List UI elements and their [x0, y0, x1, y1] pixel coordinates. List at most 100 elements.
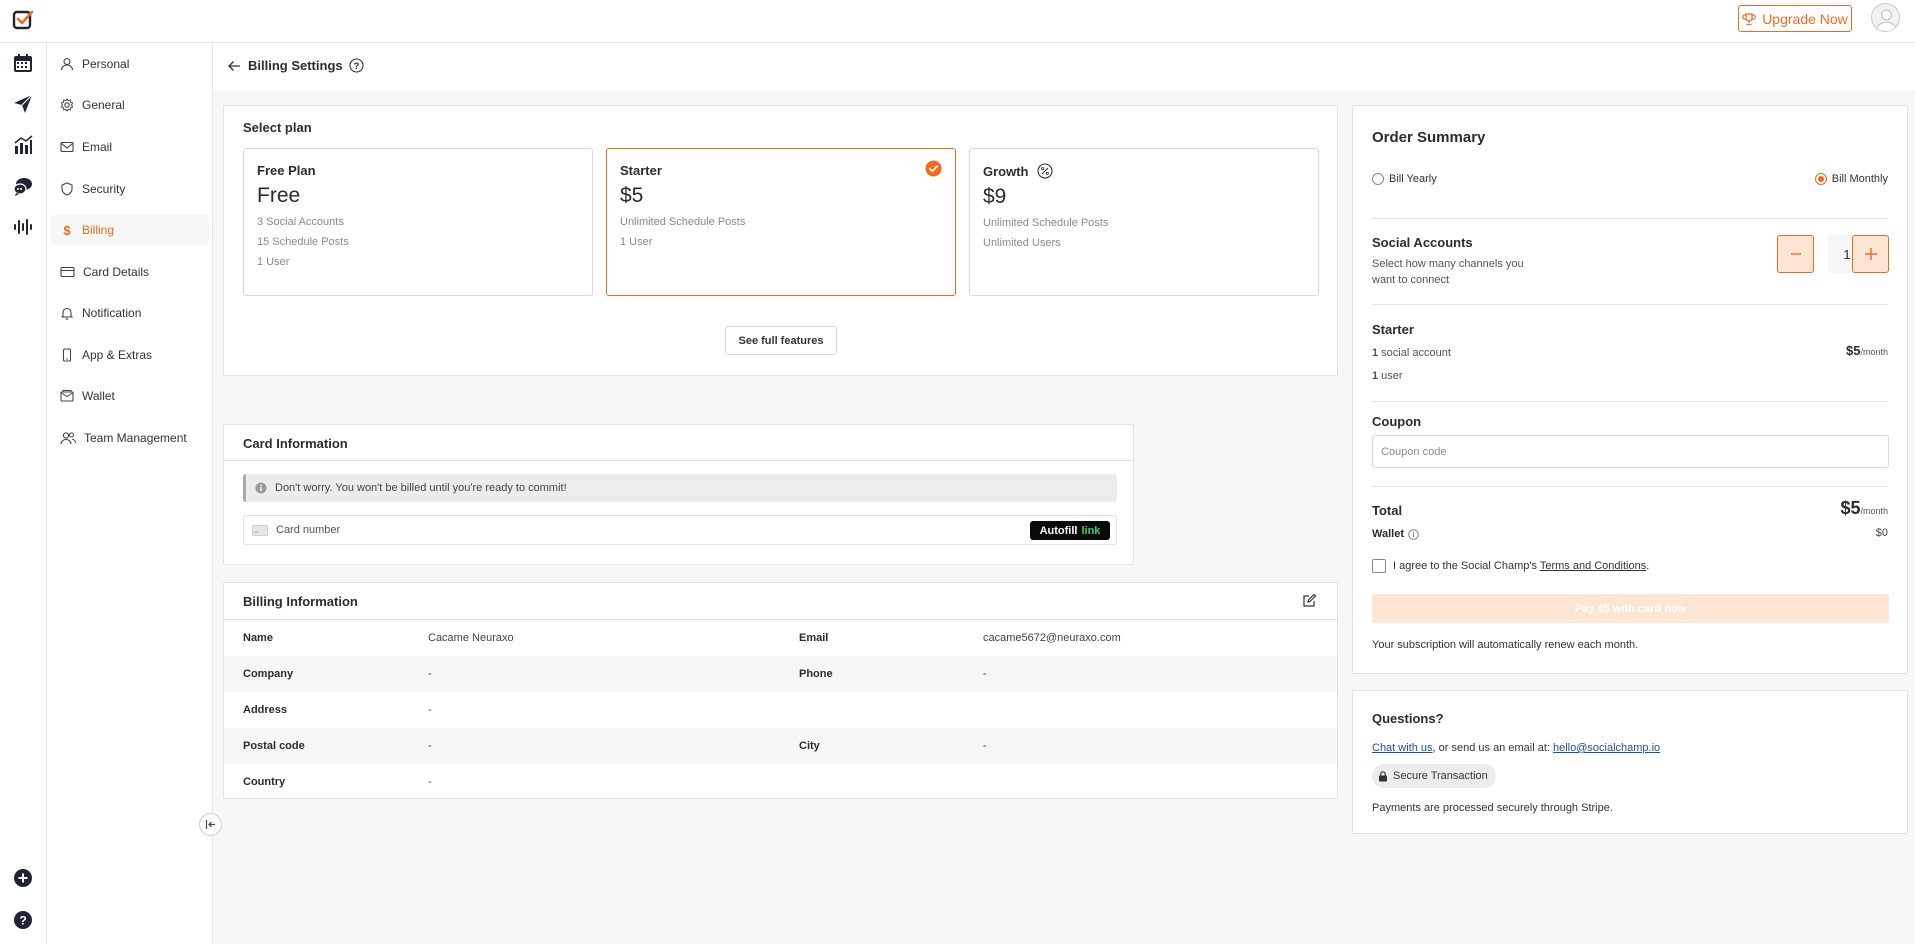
page-title: Billing Settings ? [248, 58, 364, 73]
field-label: Name [243, 632, 273, 644]
select-plan-card: Select plan Free Plan Free 3 Social Acco… [223, 105, 1338, 376]
field-value: - [983, 740, 987, 752]
coupon-title: Coupon [1372, 414, 1422, 429]
autofill-link-button[interactable]: Autofill link [1030, 521, 1110, 540]
radio-circle-selected [1814, 173, 1827, 185]
mail-icon [60, 141, 74, 153]
coupon-input[interactable] [1372, 435, 1889, 468]
radio-circle [1372, 173, 1384, 185]
dollar-icon: $ [63, 223, 71, 237]
secure-label: Secure Transaction [1393, 770, 1488, 782]
back-arrow-icon[interactable] [227, 59, 241, 76]
plan-feature: Unlimited Users [983, 237, 1061, 249]
plan-name-text: Free Plan [257, 163, 316, 178]
terms-agreement: I agree to the Social Champ's Terms and … [1372, 559, 1649, 573]
social-accounts-desc: Select how many channels you want to con… [1372, 256, 1524, 288]
increment-button[interactable] [1852, 235, 1889, 273]
sidebar-item-team-management[interactable]: Team Management [51, 423, 209, 453]
send-icon[interactable] [11, 92, 35, 116]
lock-icon [1379, 770, 1387, 781]
svg-text:?: ? [19, 914, 26, 928]
terms-checkbox[interactable] [1372, 559, 1386, 573]
sidebar-item-label: Email [82, 140, 113, 154]
terms-link[interactable]: Terms and Conditions [1540, 560, 1646, 572]
field-value: - [428, 740, 432, 752]
bill-yearly-radio[interactable]: Bill Yearly [1372, 173, 1437, 185]
plan-feature: 1 User [257, 256, 290, 268]
gear-icon [60, 98, 74, 112]
line-text: social account [1378, 347, 1451, 359]
field-value: - [428, 668, 432, 680]
sidebar-item-personal[interactable]: Personal [51, 49, 209, 79]
phone-icon [62, 348, 72, 362]
field-label: Phone [799, 668, 833, 680]
wallet-label: Wallet [1372, 526, 1419, 542]
sidebar-item-security[interactable]: Security [51, 174, 209, 204]
plan-price: Free [257, 184, 301, 207]
audio-wave-icon[interactable] [11, 215, 35, 239]
minus-icon [1790, 253, 1801, 255]
top-bar: Upgrade Now [0, 0, 1915, 43]
chat-link[interactable]: Chat with us [1372, 742, 1433, 754]
social-accounts-title: Social Accounts [1372, 235, 1473, 250]
sidebar-item-billing[interactable]: $ Billing [51, 215, 209, 245]
sidebar-item-notification[interactable]: Notification [51, 298, 209, 328]
select-plan-title: Select plan [243, 120, 312, 135]
radio-label: Bill Yearly [1389, 173, 1437, 185]
chat-icon[interactable] [11, 174, 35, 198]
upgrade-now-label: Upgrade Now [1762, 10, 1848, 27]
avatar[interactable] [1871, 3, 1900, 32]
info-icon [255, 482, 267, 494]
page-title-text: Billing Settings [248, 58, 343, 73]
wallet-icon [60, 390, 74, 402]
sidebar-item-label: Security [82, 182, 126, 196]
app-logo-icon[interactable] [12, 9, 34, 31]
edit-icon[interactable] [1302, 593, 1317, 611]
per-month: /month [1860, 347, 1888, 357]
plan-name: Growth [983, 163, 1305, 179]
help-icon[interactable]: ? [11, 908, 35, 932]
plan-card-growth[interactable]: Growth $9 Unlimited Schedule Posts Unlim… [969, 148, 1319, 296]
questions-card: Questions? Chat with us, or send us an e… [1352, 690, 1908, 834]
calendar-icon[interactable] [11, 51, 35, 75]
info-icon[interactable] [1408, 528, 1419, 540]
collapse-sidebar-button[interactable] [199, 813, 222, 836]
selected-plan-name: Starter [1372, 322, 1414, 337]
bill-monthly-radio[interactable]: Bill Monthly [1814, 173, 1888, 185]
price-value: $5 [1846, 343, 1861, 358]
decrement-button[interactable] [1777, 235, 1814, 273]
sidebar-item-label: App & Extras [82, 348, 153, 362]
sidebar-item-label: Card Details [83, 265, 150, 279]
pay-with-card-button[interactable]: Pay $5 with card now [1372, 594, 1889, 623]
line-text: user [1378, 370, 1403, 382]
card-number-field[interactable]: Card number Autofill link [243, 515, 1117, 545]
upgrade-now-button[interactable]: Upgrade Now [1738, 5, 1852, 32]
email-link[interactable]: hello@socialchamp.io [1553, 742, 1660, 754]
field-label: Postal code [243, 740, 305, 752]
sidebar-item-email[interactable]: Email [51, 132, 209, 162]
plan-feature: Unlimited Schedule Posts [983, 217, 1109, 229]
add-circle-icon[interactable] [11, 866, 35, 890]
order-summary-card: Order Summary Bill Yearly Bill Monthly S… [1352, 105, 1908, 674]
help-circle-icon[interactable]: ? [349, 58, 364, 73]
sidebar-item-wallet[interactable]: Wallet [51, 381, 209, 411]
field-label: Country [243, 776, 286, 788]
plan-feature: 1 User [620, 236, 653, 248]
social-accounts-desc-line: Select how many channels you [1372, 258, 1524, 270]
terms-text: I agree to the Social Champ's Terms and … [1393, 560, 1649, 572]
analytics-icon[interactable] [11, 133, 35, 157]
svg-text:?: ? [353, 61, 359, 72]
billing-info-row: Name Cacame Neuraxo Email cacame5672@neu… [224, 620, 1337, 656]
team-icon [60, 432, 76, 445]
sidebar-item-label: Notification [82, 306, 142, 320]
selected-check-icon [925, 160, 942, 180]
plan-price: $9 [983, 185, 1007, 208]
sidebar-item-app-extras[interactable]: App & Extras [51, 340, 209, 370]
see-full-features-button[interactable]: See full features [725, 326, 837, 355]
plan-card-starter[interactable]: Starter $5 Unlimited Schedule Posts 1 Us… [606, 148, 956, 296]
sidebar-item-general[interactable]: General [51, 90, 209, 120]
sidebar-item-card-details[interactable]: Card Details [51, 257, 209, 287]
renew-text: Your subscription will automatically ren… [1372, 639, 1639, 651]
plus-icon [1864, 248, 1877, 260]
plan-card-free[interactable]: Free Plan Free 3 Social Accounts 15 Sche… [243, 148, 593, 296]
